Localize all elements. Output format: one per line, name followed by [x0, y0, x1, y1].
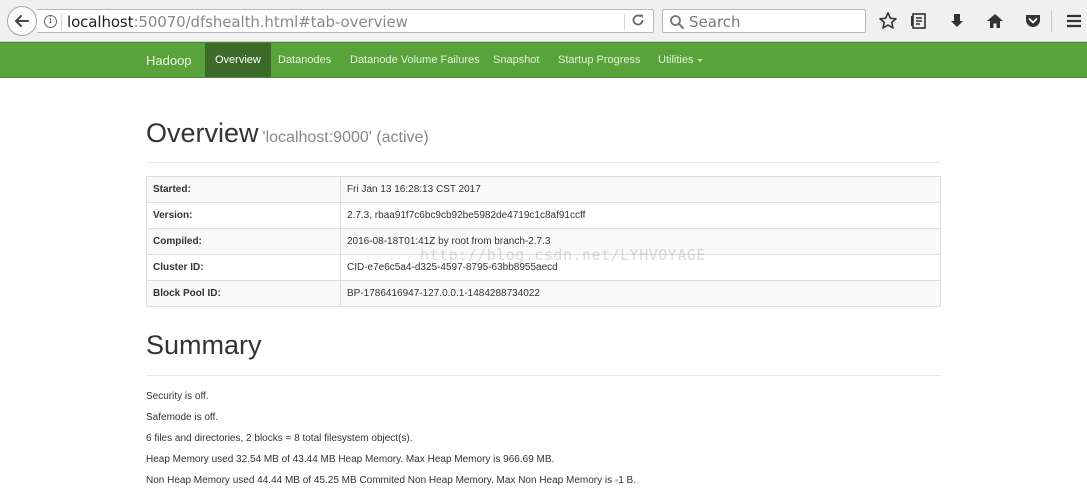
- hadoop-navbar: Hadoop Overview Datanodes Datanode Volum…: [0, 42, 1087, 78]
- back-button[interactable]: [7, 6, 37, 36]
- toolbar-divider: [1051, 10, 1052, 32]
- search-placeholder: Search: [689, 13, 741, 31]
- nav-utilities[interactable]: Utilities: [658, 43, 704, 77]
- overview-header: Overview'localhost:9000' (active): [146, 118, 941, 163]
- url-path: :50070/dfshealth.html#tab-overview: [133, 13, 408, 31]
- nav-datanodes[interactable]: Datanodes: [278, 43, 331, 77]
- overview-subtitle: 'localhost:9000' (active): [262, 129, 429, 146]
- brand-link[interactable]: Hadoop: [146, 53, 192, 68]
- table-row: Block Pool ID: BP-1786416947-127.0.0.1-1…: [146, 280, 941, 307]
- nav-datanode-volume-failures[interactable]: Datanode Volume Failures: [350, 43, 480, 77]
- nav-startup-progress[interactable]: Startup Progress: [558, 43, 641, 77]
- browser-toolbar: i localhost:50070/dfshealth.html#tab-ove…: [0, 0, 1087, 42]
- summary-line-safemode: Safemode is off.: [146, 412, 219, 423]
- pocket-icon[interactable]: [1022, 10, 1044, 32]
- summary-line-objects: 6 files and directories, 2 blocks = 8 to…: [146, 433, 413, 444]
- nav-snapshot[interactable]: Snapshot: [493, 43, 539, 77]
- address-bar[interactable]: i localhost:50070/dfshealth.html#tab-ove…: [37, 9, 654, 33]
- row-key: Compiled:: [146, 228, 341, 255]
- url-host: localhost: [67, 13, 134, 31]
- overview-title: Overview'localhost:9000' (active): [146, 118, 941, 149]
- summary-line-heap: Heap Memory used 32.54 MB of 43.44 MB He…: [146, 454, 555, 465]
- nav-utilities-label: Utilities: [658, 54, 694, 66]
- nav-overview[interactable]: Overview: [205, 43, 271, 77]
- overview-table: Started: Fri Jan 13 16:28:13 CST 2017 Ve…: [146, 176, 941, 307]
- summary-line-security: Security is off.: [146, 391, 209, 402]
- download-icon[interactable]: [946, 10, 968, 32]
- reload-icon[interactable]: [631, 13, 645, 30]
- row-value: Fri Jan 13 16:28:13 CST 2017: [340, 176, 941, 203]
- overview-title-text: Overview: [146, 118, 259, 148]
- row-key: Started:: [146, 176, 341, 203]
- caret-down-icon: [697, 58, 704, 62]
- table-row: Started: Fri Jan 13 16:28:13 CST 2017: [146, 176, 941, 203]
- bookmark-star-icon[interactable]: [877, 10, 899, 32]
- reading-list-icon[interactable]: [908, 10, 930, 32]
- watermark-text: http://blog.csdn.net/LYHVOYAGE: [420, 246, 706, 264]
- summary-line-nonheap: Non Heap Memory used 44.44 MB of 45.25 M…: [146, 475, 637, 486]
- home-icon[interactable]: [984, 10, 1006, 32]
- back-arrow-icon: [15, 15, 29, 27]
- summary-title: Summary: [146, 330, 262, 360]
- row-key: Version:: [146, 202, 341, 229]
- search-icon: [670, 15, 684, 29]
- url-text[interactable]: localhost:50070/dfshealth.html#tab-overv…: [67, 13, 408, 31]
- row-value: BP-1786416947-127.0.0.1-1484288734022: [340, 280, 941, 307]
- reload-divider: [624, 14, 625, 30]
- summary-header: Summary: [146, 330, 941, 376]
- row-key: Block Pool ID:: [146, 280, 341, 307]
- table-row: Version: 2.7.3, rbaa91f7c6bc9cb92be5982d…: [146, 202, 941, 229]
- info-icon[interactable]: i: [44, 15, 57, 28]
- row-key: Cluster ID:: [146, 254, 341, 281]
- summary-lines: Security is off. Safemode is off. 6 file…: [146, 390, 636, 490]
- search-input[interactable]: Search: [662, 9, 866, 33]
- row-value: 2.7.3, rbaa91f7c6bc9cb92be5982de4719c1c8…: [340, 202, 941, 229]
- menu-hamburger-icon[interactable]: [1063, 10, 1085, 32]
- url-divider: [61, 14, 62, 30]
